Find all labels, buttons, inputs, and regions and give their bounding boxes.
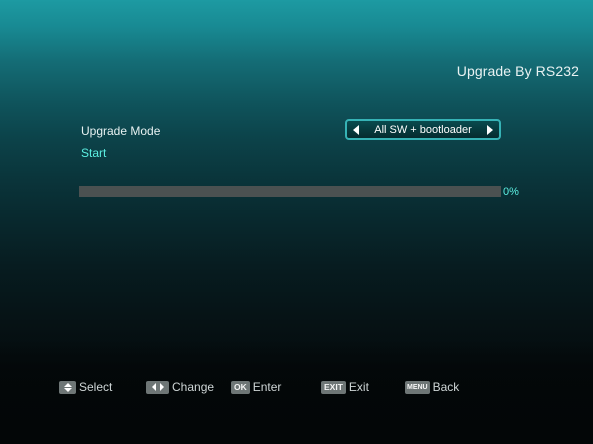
hint-change-label: Change [172,380,215,394]
hint-back-label: Back [432,380,460,394]
upgrade-mode-value: All SW + bootloader [374,123,472,136]
upgrade-mode-label: Upgrade Mode [81,124,161,138]
exit-key-icon: EXIT [321,380,346,394]
hint-enter-label: Enter [252,380,282,394]
left-right-arrows-icon [146,380,169,394]
arrow-right-icon[interactable] [487,124,493,135]
hint-enter: OK Enter [231,380,281,394]
hint-select-label: Select [79,380,113,394]
menu-key-icon: MENU [405,380,430,394]
hint-exit-label: Exit [348,380,369,394]
progress-bar [79,186,501,197]
hint-exit: EXIT Exit [321,380,369,394]
page-title: Upgrade By RS232 [456,63,579,79]
ok-key-icon: OK [231,380,250,394]
progress-percent: 0% [503,186,519,198]
start-item[interactable]: Start [81,146,106,160]
hint-back: MENU Back [405,380,459,394]
hint-change: Change [146,380,214,394]
up-down-arrows-icon [59,380,76,394]
upgrade-mode-selector[interactable]: All SW + bootloader [345,119,501,140]
hint-select: Select [59,380,112,394]
